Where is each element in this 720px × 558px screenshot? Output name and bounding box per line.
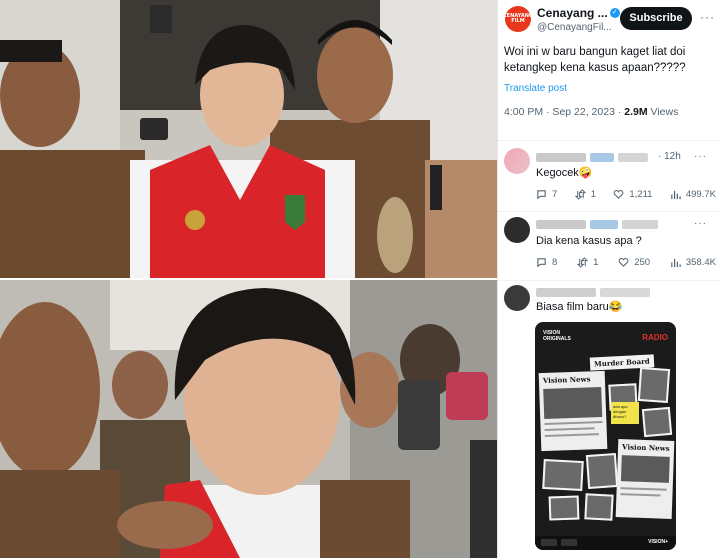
views-chart-icon bbox=[671, 190, 681, 200]
views-count: 499.7K bbox=[685, 189, 716, 200]
repost-action[interactable]: 1 bbox=[574, 189, 596, 200]
heart-icon bbox=[613, 190, 624, 199]
reply-text: Kegocek🤪 bbox=[536, 167, 593, 179]
repost-icon bbox=[577, 257, 589, 268]
views-chart-icon bbox=[671, 258, 681, 268]
reply-more-icon[interactable]: ··· bbox=[694, 218, 707, 229]
newspaper-line bbox=[620, 493, 661, 497]
account-avatar[interactable]: CENAYANG FILM bbox=[503, 6, 533, 32]
reply-avatar[interactable] bbox=[504, 148, 530, 174]
reply-actions: 8 1 250 358.4K bbox=[536, 257, 716, 268]
tweet-views-count: 2.9M bbox=[624, 106, 648, 118]
poster-footer: VISION+ bbox=[535, 536, 676, 550]
blurred-handle bbox=[622, 220, 658, 229]
reply-avatar[interactable] bbox=[504, 285, 530, 311]
poster-photo bbox=[641, 406, 673, 438]
verified-badge-icon: ✓ bbox=[609, 8, 620, 18]
more-options-icon[interactable]: ··· bbox=[700, 10, 715, 24]
blurred-handle bbox=[618, 153, 648, 162]
blurred-verified bbox=[590, 153, 614, 162]
photo-collage bbox=[0, 0, 497, 558]
reply-count: 7 bbox=[552, 189, 558, 200]
poster-photo bbox=[585, 452, 619, 490]
tweet-timestamp[interactable]: 4:00 PM · Sep 22, 2023 · bbox=[504, 106, 624, 118]
account-name-row[interactable]: Cenayang ... ✓ bbox=[537, 6, 620, 20]
newspaper-title: Vision News bbox=[542, 374, 591, 386]
poster-radio-label: RADIO bbox=[642, 333, 668, 342]
repost-icon bbox=[574, 189, 586, 200]
comment-icon bbox=[537, 258, 546, 268]
app-store-badge-icon bbox=[541, 539, 557, 546]
translate-post-link[interactable]: Translate post bbox=[504, 83, 567, 94]
reply-more-icon[interactable]: ··· bbox=[694, 151, 707, 162]
poster-photo bbox=[542, 458, 584, 492]
reply-media-poster[interactable]: VISION ORIGINALS RADIO Murder Board Visi… bbox=[535, 322, 676, 550]
screenshot-root: CENAYANG FILM Cenayang ... ✓ @CenayangFi… bbox=[0, 0, 720, 558]
repost-count: 1 bbox=[593, 257, 599, 268]
photo-bottom-closeup[interactable] bbox=[0, 280, 497, 558]
divider bbox=[498, 140, 720, 141]
reply-time[interactable]: · 12h bbox=[658, 151, 681, 162]
like-action[interactable]: 250 bbox=[618, 257, 650, 268]
views-count: 358.4K bbox=[685, 257, 716, 268]
tweet-meta: 4:00 PM · Sep 22, 2023 · 2.9M Views bbox=[504, 106, 678, 118]
divider bbox=[498, 280, 720, 281]
blurred-verified bbox=[590, 220, 618, 229]
photo-top-arrest[interactable] bbox=[0, 0, 497, 278]
tweet-views-label: Views bbox=[647, 106, 679, 118]
newspaper-photo bbox=[543, 387, 603, 420]
blurred-username bbox=[536, 153, 586, 162]
reply-text: Biasa film baru😂 bbox=[536, 301, 623, 313]
newspaper-title: Vision News bbox=[621, 442, 670, 453]
subscribe-button[interactable]: Subscribe bbox=[620, 7, 692, 30]
reply-actions: 7 1 1,211 499.7K bbox=[536, 189, 716, 200]
reply-item[interactable]: · 12h ··· Kegocek🤪 7 1 1,211 499.7K bbox=[498, 146, 720, 210]
repost-action[interactable]: 1 bbox=[577, 257, 598, 268]
newspaper-line bbox=[544, 427, 595, 432]
avatar-logo-text: CENAYANG FILM bbox=[503, 13, 533, 24]
heart-icon bbox=[618, 258, 629, 267]
like-count: 250 bbox=[634, 257, 651, 268]
poster-sticky-note: ada apa dengan dhanu? bbox=[611, 402, 639, 424]
blurred-username bbox=[536, 288, 596, 297]
reply-action[interactable]: 7 bbox=[536, 189, 557, 200]
reply-avatar[interactable] bbox=[504, 217, 530, 243]
views-action[interactable]: 499.7K bbox=[670, 189, 716, 200]
poster-photo bbox=[637, 366, 671, 404]
reply-count: 8 bbox=[552, 257, 558, 268]
comment-icon bbox=[537, 190, 546, 200]
newspaper-line bbox=[544, 433, 599, 437]
repost-count: 1 bbox=[590, 189, 596, 200]
like-count: 1,211 bbox=[629, 189, 653, 200]
poster-photo bbox=[584, 493, 614, 521]
tweet-header: CENAYANG FILM Cenayang ... ✓ @CenayangFi… bbox=[498, 0, 720, 38]
newspaper-line bbox=[620, 487, 667, 491]
account-handle[interactable]: @CenayangFil... bbox=[537, 22, 612, 33]
poster-brand: VISION ORIGINALS bbox=[543, 330, 571, 342]
poster-newspaper: Vision News bbox=[615, 439, 675, 519]
poster-newspaper: Vision News bbox=[538, 370, 608, 452]
divider bbox=[498, 211, 720, 212]
poster-photo bbox=[548, 495, 580, 521]
blurred-username bbox=[536, 220, 586, 229]
views-action[interactable]: 358.4K bbox=[670, 257, 716, 268]
blurred-handle bbox=[600, 288, 650, 297]
reply-text: Dia kena kasus apa ? bbox=[536, 235, 642, 247]
play-store-badge-icon bbox=[561, 539, 577, 546]
reply-item[interactable]: ··· Dia kena kasus apa ? 8 1 250 358.4K bbox=[498, 215, 720, 279]
account-name[interactable]: Cenayang ... bbox=[537, 6, 608, 20]
reply-action[interactable]: 8 bbox=[536, 257, 557, 268]
newspaper-line bbox=[544, 420, 603, 426]
newspaper-photo bbox=[620, 455, 670, 483]
like-action[interactable]: 1,211 bbox=[613, 189, 652, 200]
poster-footer-brand: VISION+ bbox=[648, 539, 668, 545]
tweet-panel: CENAYANG FILM Cenayang ... ✓ @CenayangFi… bbox=[497, 0, 720, 558]
tweet-text: Woi ini w baru bangun kaget liat doi ket… bbox=[504, 46, 686, 74]
